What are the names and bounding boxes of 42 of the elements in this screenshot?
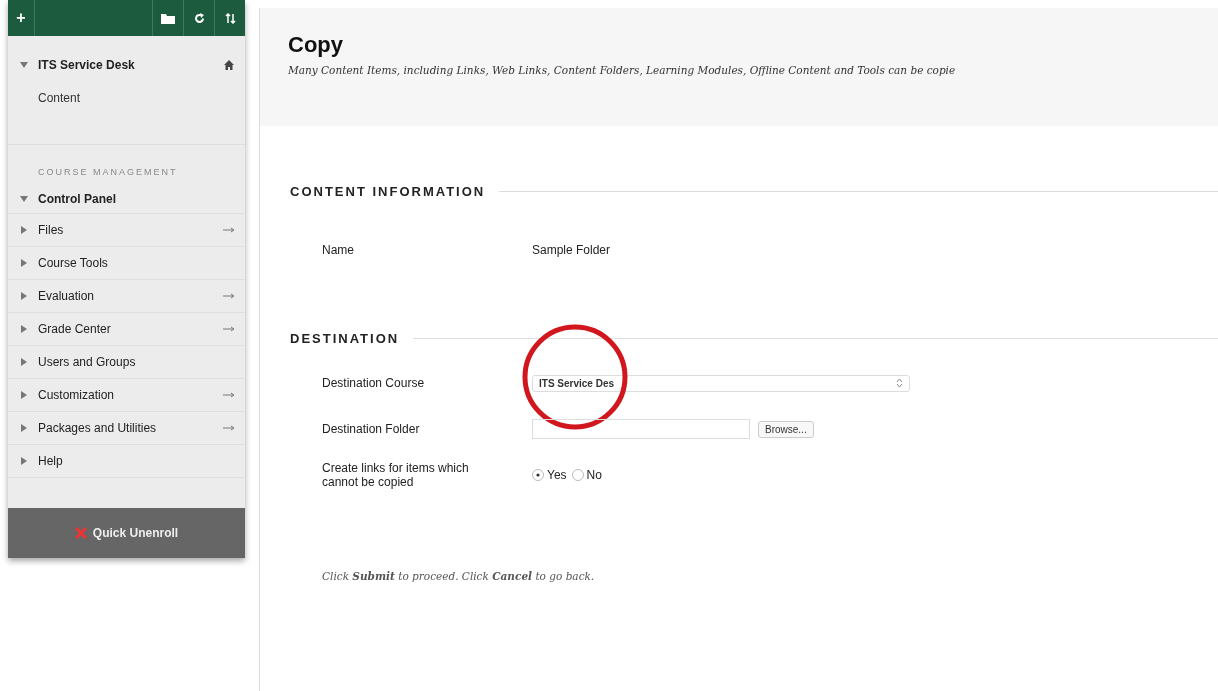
sidebar-item[interactable]: Evaluation xyxy=(38,289,223,303)
sort-icon[interactable] xyxy=(224,12,236,24)
add-button[interactable]: + xyxy=(8,9,34,27)
browse-button[interactable]: Browse... xyxy=(758,420,814,438)
radio-label: No xyxy=(586,468,602,482)
folder-field[interactable] xyxy=(532,419,750,439)
updown-icon xyxy=(896,378,903,388)
section-heading: CONTENT INFORMATION xyxy=(290,184,486,199)
refresh-icon[interactable] xyxy=(193,12,205,24)
section-heading: COURSE MANAGEMENT xyxy=(37,166,179,179)
quick-unenroll-button[interactable]: Quick Unenroll xyxy=(8,508,245,558)
field-label: Name xyxy=(322,243,355,257)
instruction-text: Click Submit to proceed. Click Cancel to go back. xyxy=(321,569,596,582)
sidebar-item[interactable]: Customization xyxy=(38,388,223,402)
radio-button[interactable] xyxy=(571,469,584,481)
arrow-icon[interactable] xyxy=(223,392,235,398)
sidebar-item[interactable]: Content xyxy=(38,91,81,105)
field-label: Destination Course xyxy=(322,376,426,390)
sidebar-item[interactable]: Users and Groups xyxy=(38,355,235,369)
field-label: Destination Folder xyxy=(322,422,421,436)
page-title: Copy xyxy=(288,32,344,58)
home-icon[interactable] xyxy=(223,59,235,71)
field-label: Create links for items which cannot be copied xyxy=(322,461,470,489)
arrow-icon[interactable] xyxy=(223,425,235,431)
arrow-icon[interactable] xyxy=(223,326,235,332)
panel-title[interactable]: Control Panel xyxy=(38,192,116,206)
sidebar-item[interactable]: Packages and Utilities xyxy=(38,421,223,435)
radio-label: Yes xyxy=(547,468,567,482)
radio-button[interactable] xyxy=(532,469,544,481)
course-title[interactable]: ITS Service Desk xyxy=(38,58,223,72)
page-description: Many Content Items, including Links, Web Links, Content Folders, Learning Modules, Offline Content and Tools can be copie xyxy=(288,64,957,76)
course-select[interactable]: ITS Service Des xyxy=(532,374,910,392)
close-icon xyxy=(74,527,87,539)
sidebar-item[interactable]: Files xyxy=(38,223,223,237)
sidebar-item[interactable]: Help xyxy=(38,454,235,468)
sidebar-item[interactable]: Grade Center xyxy=(38,322,223,336)
arrow-icon[interactable] xyxy=(223,227,235,233)
section-heading: DESTINATION xyxy=(290,331,400,346)
field-value: Sample Folder xyxy=(532,243,611,257)
arrow-icon[interactable] xyxy=(223,293,235,299)
sidebar-item[interactable]: Course Tools xyxy=(38,256,235,270)
folder-icon[interactable] xyxy=(161,12,175,24)
